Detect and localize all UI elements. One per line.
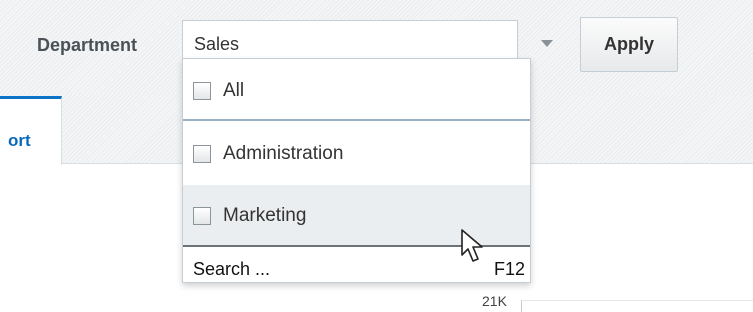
dropdown-option-label: Marketing <box>223 205 307 226</box>
department-select-value: Sales <box>194 34 240 54</box>
tab-label: ort <box>8 131 31 150</box>
department-label: Department <box>37 35 138 55</box>
checkbox-marketing[interactable] <box>193 207 211 225</box>
apply-button[interactable]: Apply <box>580 17 678 72</box>
axis-tick-label: 21K <box>482 293 507 309</box>
chevron-down-icon[interactable] <box>541 40 553 47</box>
department-select[interactable]: Sales <box>182 20 518 60</box>
mouse-pointer-icon <box>461 229 483 262</box>
checkbox-administration[interactable] <box>193 145 211 163</box>
dropdown-option-label: Administration <box>223 143 344 164</box>
checkbox-all[interactable] <box>193 82 211 100</box>
tab-report[interactable]: ort <box>0 96 62 165</box>
search-shortcut-key: F12 <box>493 259 525 279</box>
dropdown-option-label: All <box>223 80 245 101</box>
dropdown-option-administration[interactable]: Administration <box>183 123 530 185</box>
dropdown-option-all[interactable]: All <box>183 59 530 121</box>
chart-axis <box>521 300 753 312</box>
dropdown-search-link[interactable]: Search ... <box>193 259 270 280</box>
